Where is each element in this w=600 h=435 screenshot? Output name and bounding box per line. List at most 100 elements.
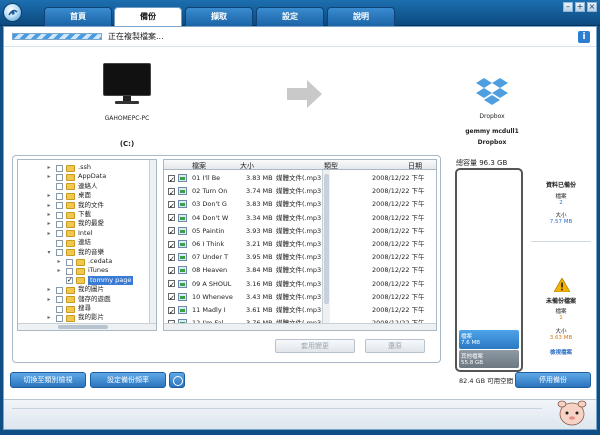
- view-files-link[interactable]: 檢視檔案: [529, 348, 593, 356]
- tree-vertical-scrollbar[interactable]: [149, 160, 156, 330]
- column-header-date[interactable]: 日期: [408, 161, 422, 171]
- file-row[interactable]: 07 Under T 3.95 MB媒體文件(.mp3) 2008/12/22 下午: [164, 251, 436, 265]
- tree-item-checkbox[interactable]: [66, 276, 73, 286]
- file-checkbox[interactable]: [168, 266, 175, 278]
- expand-toggle-icon[interactable]: [46, 240, 52, 246]
- tree-item-checkbox[interactable]: [56, 314, 63, 322]
- file-row[interactable]: 11 Madly I 3.61 MB媒體文件(.mp3) 2008/12/22 下午: [164, 304, 436, 318]
- file-checkbox[interactable]: [168, 253, 175, 265]
- backed-up-size-value: 7.57 MB: [549, 219, 573, 225]
- divider: [4, 46, 596, 47]
- tree-item-checkbox[interactable]: [56, 286, 63, 294]
- expand-toggle-icon[interactable]: ▸: [46, 174, 52, 180]
- tree-item-label: 我的影片: [78, 313, 104, 322]
- file-row[interactable]: 06 I Think 3.21 MB媒體文件(.mp3) 2008/12/22 下午: [164, 238, 436, 252]
- tree-item-checkbox[interactable]: [56, 164, 63, 172]
- file-row[interactable]: 09 A SHOUL 3.16 MB媒體文件(.mp3) 2008/12/22 下午: [164, 278, 436, 291]
- file-checkbox[interactable]: [168, 279, 175, 291]
- tree-item-checkbox[interactable]: [56, 305, 63, 313]
- file-checkbox[interactable]: [168, 174, 175, 186]
- file-row[interactable]: 05 Paintin 3.93 MB媒體文件(.mp3) 2008/12/22 下午: [164, 225, 436, 238]
- tree-item-checkbox[interactable]: [56, 183, 63, 191]
- file-row[interactable]: 08 Heaven 3.84 MB媒體文件(.mp3) 2008/12/22 下午: [164, 264, 436, 278]
- footer-bar: [4, 399, 596, 429]
- maximize-button[interactable]: +: [575, 2, 585, 12]
- switch-category-view-button[interactable]: 切換至類別檢視: [10, 372, 86, 388]
- tree-item-checkbox[interactable]: [56, 173, 63, 181]
- tab-retrieve[interactable]: 擷取: [185, 7, 253, 26]
- audio-file-icon: [178, 200, 187, 209]
- tab-settings[interactable]: 設定: [256, 7, 324, 26]
- file-name: 04 Don't W: [192, 213, 229, 222]
- file-name: 09 A SHOUL: [192, 279, 232, 288]
- file-size: 3.34 MB: [246, 213, 273, 222]
- other-files-segment: 其他檔案 55.8 GB: [459, 350, 519, 368]
- file-list-vertical-scrollbar[interactable]: [322, 170, 330, 330]
- expand-toggle-icon[interactable]: [56, 278, 62, 284]
- tab-home[interactable]: 首頁: [44, 7, 112, 26]
- file-size: 3.16 MB: [246, 279, 273, 288]
- restore-button[interactable]: 還原: [365, 339, 425, 353]
- tree-item-checkbox[interactable]: [56, 239, 63, 247]
- tab-backup[interactable]: 備份: [114, 7, 182, 27]
- file-checkbox[interactable]: [168, 187, 175, 199]
- expand-toggle-icon[interactable]: ▸: [46, 193, 52, 199]
- file-checkbox[interactable]: [168, 226, 175, 238]
- column-header-name[interactable]: 檔案: [192, 161, 206, 171]
- tab-help[interactable]: 說明: [327, 7, 395, 26]
- divider: [531, 241, 591, 242]
- file-row[interactable]: 04 Don't W 3.34 MB媒體文件(.mp3) 2008/12/22 下午: [164, 212, 436, 225]
- tree-item-checkbox[interactable]: [66, 267, 73, 275]
- close-button[interactable]: ×: [587, 2, 597, 12]
- expand-toggle-icon[interactable]: ▸: [56, 268, 62, 274]
- tree-item-checkbox[interactable]: [56, 220, 63, 228]
- set-backup-frequency-button[interactable]: 設定備份頻率: [90, 372, 166, 388]
- file-list-horizontal-scrollbar[interactable]: [164, 323, 436, 330]
- file-checkbox[interactable]: [168, 200, 175, 212]
- file-checkbox[interactable]: [168, 240, 175, 252]
- expand-toggle-icon[interactable]: ▸: [46, 287, 52, 293]
- tree-horizontal-scrollbar[interactable]: [18, 323, 156, 330]
- expand-toggle-icon[interactable]: ▸: [46, 212, 52, 218]
- file-row[interactable]: 03 Don't G 3.83 MB媒體文件(.mp3) 2008/12/22 下午: [164, 198, 436, 212]
- tree-item-checkbox[interactable]: [66, 258, 73, 266]
- tree-item-checkbox[interactable]: [56, 202, 63, 210]
- mascot-icon: [557, 400, 587, 426]
- expand-toggle-icon[interactable]: [46, 306, 52, 312]
- tree-item-checkbox[interactable]: [56, 192, 63, 200]
- backed-up-files-value: 2: [559, 200, 563, 206]
- tree-item-label: tommy page: [88, 275, 134, 286]
- column-header-size[interactable]: 大小: [240, 161, 254, 171]
- schedule-clock-icon[interactable]: [169, 372, 185, 388]
- folder-icon: [66, 192, 75, 200]
- expand-toggle-icon[interactable]: ▸: [46, 165, 52, 171]
- tree-item-checkbox[interactable]: [56, 249, 63, 257]
- file-checkbox[interactable]: [168, 292, 175, 304]
- folder-icon: [76, 258, 85, 266]
- expand-toggle-icon[interactable]: ▸: [46, 202, 52, 209]
- expand-toggle-icon[interactable]: ▸: [46, 296, 52, 303]
- file-row[interactable]: 10 Wheneve 3.43 MB媒體文件(.mp3) 2008/12/22 下午: [164, 291, 436, 304]
- file-checkbox[interactable]: [168, 306, 175, 318]
- folder-icon: [66, 230, 75, 238]
- expand-toggle-icon[interactable]: ▾: [46, 249, 52, 256]
- tree-item-checkbox[interactable]: [56, 211, 63, 219]
- tree-item-checkbox[interactable]: [56, 230, 63, 238]
- file-size: 3.95 MB: [246, 253, 273, 262]
- info-button[interactable]: i: [578, 31, 590, 43]
- file-name: 07 Under T: [192, 253, 229, 262]
- file-row[interactable]: 02 Turn On 3.74 MB媒體文件(.mp3) 2008/12/22 下午: [164, 185, 436, 199]
- tree-item-checkbox[interactable]: [56, 296, 63, 304]
- stop-backup-button[interactable]: 停用備份: [515, 372, 591, 388]
- expand-toggle-icon[interactable]: ▸: [56, 259, 62, 265]
- expand-toggle-icon[interactable]: ▸: [46, 230, 52, 237]
- file-checkbox[interactable]: [168, 213, 175, 225]
- file-row[interactable]: 01 I'll Be 3.83 MB媒體文件(.mp3) 2008/12/22 下午: [164, 172, 436, 186]
- expand-toggle-icon[interactable]: [46, 184, 52, 190]
- file-type: 媒體文件(.mp3): [276, 292, 324, 301]
- expand-toggle-icon[interactable]: ▸: [46, 221, 52, 227]
- tree-item-label: 我的最愛: [78, 219, 104, 228]
- apply-changes-button[interactable]: 套用變更: [275, 339, 355, 353]
- minimize-button[interactable]: –: [563, 2, 573, 12]
- expand-toggle-icon[interactable]: ▸: [46, 315, 52, 321]
